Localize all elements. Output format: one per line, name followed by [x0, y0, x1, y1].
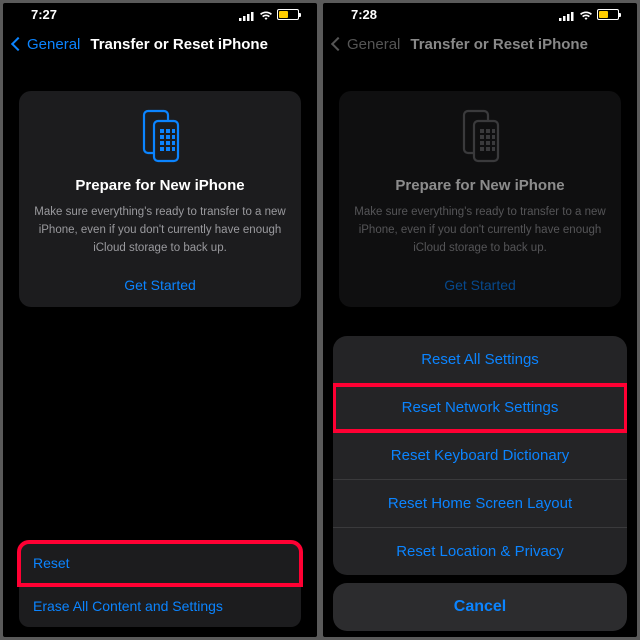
- status-bar: 7:27: [3, 3, 317, 25]
- card-title: Prepare for New iPhone: [33, 177, 287, 194]
- signal-icon: [239, 9, 255, 19]
- transfer-phones-icon: [33, 109, 287, 163]
- sheet-options: Reset All Settings Reset Network Setting…: [333, 336, 627, 575]
- back-button: General: [333, 36, 400, 53]
- reset-all-settings-button[interactable]: Reset All Settings: [333, 336, 627, 384]
- page-title: Transfer or Reset iPhone: [410, 36, 588, 53]
- get-started-button[interactable]: Get Started: [33, 277, 287, 293]
- reset-keyboard-dictionary-button[interactable]: Reset Keyboard Dictionary: [333, 432, 627, 480]
- transfer-phones-icon: [353, 109, 607, 163]
- get-started-button: Get Started: [353, 277, 607, 293]
- status-indicators: [239, 9, 299, 20]
- chevron-left-icon: [11, 37, 25, 51]
- battery-icon: [277, 9, 299, 20]
- reset-location-privacy-button[interactable]: Reset Location & Privacy: [333, 528, 627, 575]
- prepare-card: Prepare for New iPhone Make sure everyth…: [339, 91, 621, 307]
- battery-icon: [597, 9, 619, 20]
- cancel-button[interactable]: Cancel: [333, 583, 627, 631]
- status-bar: 7:28: [323, 3, 637, 25]
- reset-row[interactable]: Reset: [19, 542, 301, 585]
- status-time: 7:27: [31, 7, 57, 22]
- phone-left: 7:27 General Transfer or Reset iPhone: [3, 3, 317, 637]
- reset-home-screen-layout-button[interactable]: Reset Home Screen Layout: [333, 480, 627, 528]
- card-description: Make sure everything's ready to transfer…: [353, 204, 607, 257]
- bottom-options: Reset Erase All Content and Settings: [19, 542, 301, 627]
- nav-bar: General Transfer or Reset iPhone: [3, 25, 317, 63]
- wifi-icon: [259, 9, 273, 19]
- card-description: Make sure everything's ready to transfer…: [33, 204, 287, 257]
- reset-network-settings-button[interactable]: Reset Network Settings: [333, 384, 627, 432]
- card-title: Prepare for New iPhone: [353, 177, 607, 194]
- prepare-card: Prepare for New iPhone Make sure everyth…: [19, 91, 301, 307]
- nav-bar: General Transfer or Reset iPhone: [323, 25, 637, 63]
- action-sheet: Reset All Settings Reset Network Setting…: [333, 336, 627, 631]
- page-title: Transfer or Reset iPhone: [90, 36, 268, 53]
- back-label: General: [347, 36, 400, 53]
- wifi-icon: [579, 9, 593, 19]
- back-button[interactable]: General: [13, 36, 80, 53]
- chevron-left-icon: [331, 37, 345, 51]
- status-time: 7:28: [351, 7, 377, 22]
- status-indicators: [559, 9, 619, 20]
- phone-right: 7:28 General Transfer or Reset iPhone: [323, 3, 637, 637]
- signal-icon: [559, 9, 575, 19]
- back-label: General: [27, 36, 80, 53]
- erase-row[interactable]: Erase All Content and Settings: [19, 585, 301, 627]
